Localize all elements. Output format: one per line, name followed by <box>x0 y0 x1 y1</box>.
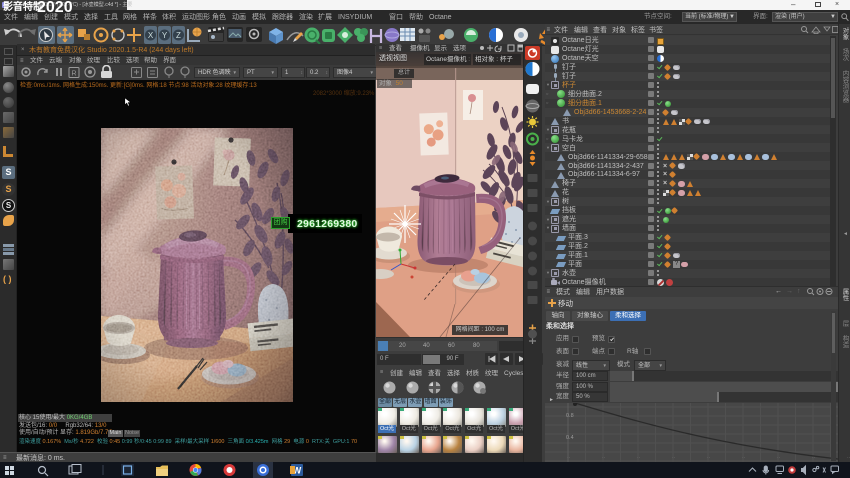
svg-text:Y: Y <box>162 31 168 40</box>
svg-text:Z: Z <box>176 31 181 40</box>
svg-text:R: R <box>71 71 76 78</box>
svg-text:X: X <box>148 31 154 40</box>
